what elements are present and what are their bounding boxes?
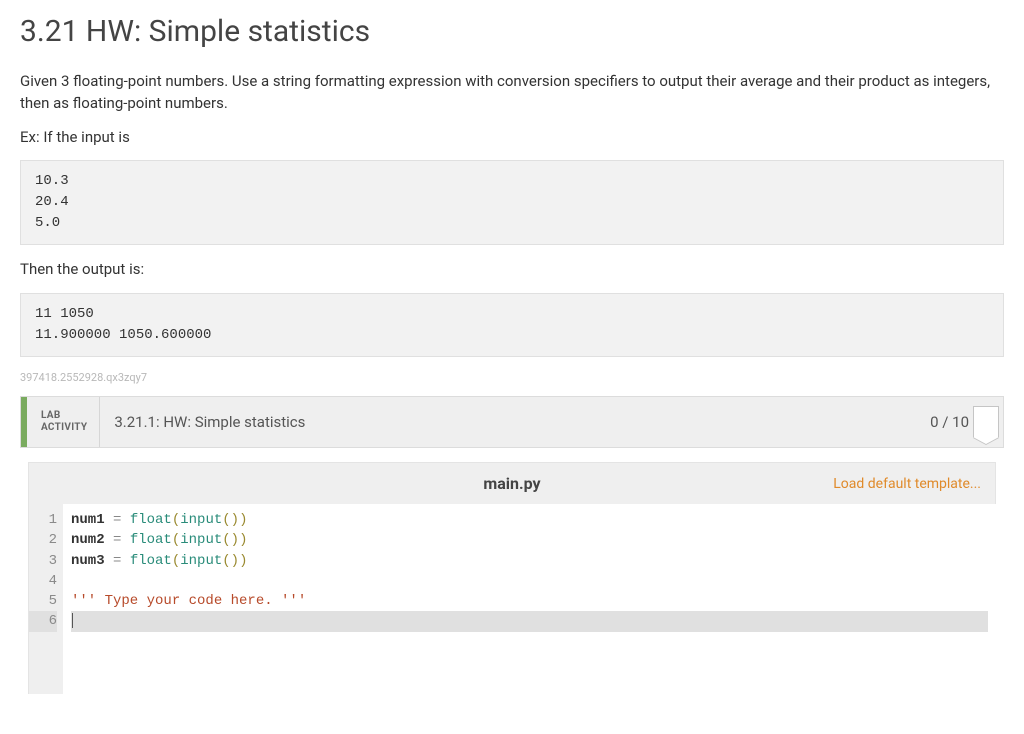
editor-gutter: 123456 xyxy=(29,504,63,694)
gutter-line-number: 4 xyxy=(29,571,57,591)
lab-label-bottom: ACTIVITY xyxy=(41,422,87,434)
lab-activity-title: 3.21.1: HW: Simple statistics xyxy=(100,397,916,447)
score-ribbon-wrap xyxy=(973,397,1003,447)
gutter-line-number: 2 xyxy=(29,530,57,550)
text-cursor xyxy=(72,613,73,628)
code-line[interactable]: ''' Type your code here. ''' xyxy=(71,591,988,611)
gutter-line-number: 3 xyxy=(29,551,57,571)
hash-label: 397418.2552928.qx3zqy7 xyxy=(20,371,1004,384)
lab-activity-label: LAB ACTIVITY xyxy=(27,397,100,447)
editor-header: main.py Load default template... xyxy=(28,462,996,504)
lab-label-top: LAB xyxy=(41,410,87,422)
gutter-line-number: 5 xyxy=(29,591,57,611)
example-input-block: 10.3 20.4 5.0 xyxy=(20,160,1004,245)
gutter-line-number: 1 xyxy=(29,510,57,530)
example-output-label: Then the output is: xyxy=(20,259,1004,281)
editor-body[interactable]: 123456 num1 = float(input())num2 = float… xyxy=(28,504,996,694)
code-line[interactable]: num2 = float(input()) xyxy=(71,530,988,550)
lab-activity-bar: LAB ACTIVITY 3.21.1: HW: Simple statisti… xyxy=(20,396,1004,448)
example-output-block: 11 1050 11.900000 1050.600000 xyxy=(20,293,1004,357)
prompt-paragraph: Given 3 floating-point numbers. Use a st… xyxy=(20,71,1004,115)
editor-code-area[interactable]: num1 = float(input())num2 = float(input(… xyxy=(63,504,996,694)
code-line[interactable] xyxy=(71,611,988,631)
example-input-label: Ex: If the input is xyxy=(20,127,1004,149)
code-editor: main.py Load default template... 123456 … xyxy=(28,462,996,694)
load-default-template-link[interactable]: Load default template... xyxy=(833,476,981,492)
lab-score: 0 / 10 xyxy=(916,397,973,447)
code-line[interactable] xyxy=(71,571,988,591)
code-line[interactable]: num1 = float(input()) xyxy=(71,510,988,530)
code-line[interactable]: num3 = float(input()) xyxy=(71,551,988,571)
score-ribbon-icon xyxy=(973,406,999,438)
gutter-line-number: 6 xyxy=(29,611,57,631)
page-title: 3.21 HW: Simple statistics xyxy=(20,14,1004,49)
